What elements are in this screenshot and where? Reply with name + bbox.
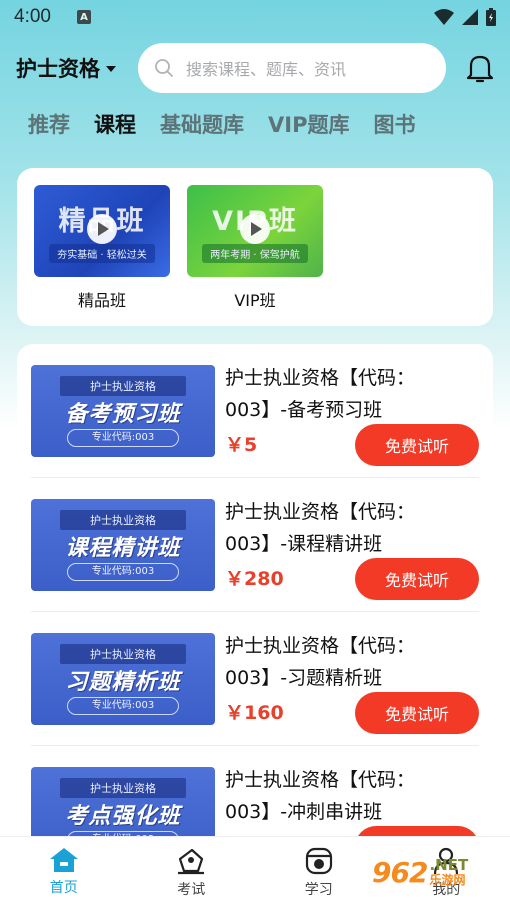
tab-courses[interactable]: 课程 — [88, 108, 142, 148]
course-banner: 护士执业资格 习题精析班 专业代码:003 — [31, 633, 215, 725]
course-name: 护士执业资格【代码：003】-冲刺串讲班 — [225, 769, 416, 823]
course-item[interactable]: 护士执业资格 课程精讲班 专业代码:003 护士执业资格【代码：003】-课程精… — [31, 478, 479, 612]
exam-selector-label: 护士资格 — [16, 57, 100, 81]
nav-label: 学习 — [304, 882, 333, 898]
notification-bell-button[interactable] — [466, 53, 494, 83]
course-type-label: 精品班 — [77, 291, 126, 310]
banner-top-label: 护士执业资格 — [60, 376, 186, 396]
course-price: ￥160 — [225, 702, 284, 724]
course-price: ￥5 — [225, 434, 258, 456]
course-name: 护士执业资格【代码：003】-习题精析班 — [225, 635, 416, 689]
course-list: 护士执业资格 备考预习班 专业代码:003 护士执业资格【代码：003】-备考预… — [17, 344, 493, 844]
status-bar: 4:00 A — [0, 0, 510, 34]
nav-home[interactable]: 首页 — [0, 837, 128, 906]
nav-label: 考试 — [177, 882, 206, 898]
tab-vip-question-bank[interactable]: VIP题库 — [268, 108, 349, 142]
free-trial-button[interactable]: 免费试听 — [355, 558, 479, 600]
thumbnail-subtitle: 两年考期 · 保驾护航 — [202, 244, 308, 263]
banner-title: 习题精析班 — [65, 670, 181, 695]
signal-icon — [462, 9, 478, 25]
thumbnail-subtitle: 夯实基础 · 轻松过关 — [49, 244, 155, 263]
tab-basic-question-bank[interactable]: 基础题库 — [160, 108, 244, 142]
nav-label: 首页 — [49, 880, 78, 896]
watermark-cn: 乐游网 — [429, 873, 466, 887]
exam-selector[interactable]: 护士资格 — [16, 53, 116, 83]
top-header: 护士资格 搜索课程、题库、资讯 — [0, 42, 510, 94]
category-tabs: 推荐 课程 基础题库 VIP题库 图书 — [28, 108, 415, 152]
search-input[interactable]: 搜索课程、题库、资讯 — [138, 43, 446, 93]
notification-icon: A — [76, 10, 91, 24]
course-price: ￥280 — [225, 568, 284, 590]
course-item[interactable]: 护士执业资格 备考预习班 专业代码:003 护士执业资格【代码：003】-备考预… — [31, 344, 479, 478]
play-icon — [87, 214, 117, 244]
play-icon — [240, 214, 270, 244]
battery-icon — [486, 8, 496, 26]
bell-icon — [466, 55, 494, 83]
banner-title: 考点强化班 — [65, 804, 181, 829]
banner-top-label: 护士执业资格 — [60, 644, 186, 664]
course-type-vip[interactable]: VIP班 两年考期 · 保驾护航 VIP班 — [187, 185, 323, 326]
course-item[interactable]: 护士执业资格 习题精析班 专业代码:003 护士执业资格【代码：003】-习题精… — [31, 612, 479, 746]
search-icon — [155, 59, 173, 77]
course-banner: 护士执业资格 考点强化班 专业代码:003 — [31, 767, 215, 844]
status-icons — [434, 8, 496, 26]
course-type-premium[interactable]: 精品班 夯实基础 · 轻松过关 精品班 — [34, 185, 170, 326]
banner-code: 专业代码:003 — [67, 697, 179, 715]
premium-class-thumbnail: 精品班 夯实基础 · 轻松过关 — [34, 185, 170, 277]
free-trial-button[interactable]: 免费试听 — [355, 692, 479, 734]
search-placeholder: 搜索课程、题库、资讯 — [186, 60, 347, 79]
banner-title: 课程精讲班 — [65, 536, 181, 561]
watermark-number: 962 — [372, 856, 428, 889]
home-icon — [49, 848, 78, 872]
site-watermark: 962 .NET 乐游网 — [372, 856, 468, 889]
course-type-label: VIP班 — [234, 291, 276, 310]
course-banner: 护士执业资格 课程精讲班 专业代码:003 — [31, 499, 215, 591]
wifi-icon — [434, 9, 454, 25]
course-type-card: 精品班 夯实基础 · 轻松过关 精品班 VIP班 两年考期 · 保驾护航 VIP… — [17, 168, 493, 326]
vip-class-thumbnail: VIP班 两年考期 · 保驾护航 — [187, 185, 323, 277]
banner-code: 专业代码:003 — [67, 429, 179, 447]
banner-top-label: 护士执业资格 — [60, 778, 186, 798]
tab-recommend[interactable]: 推荐 — [28, 108, 70, 142]
free-trial-button[interactable]: 免费试听 — [355, 424, 479, 466]
watermark-suffix: .NET — [429, 856, 469, 874]
tab-books[interactable]: 图书 — [373, 108, 415, 142]
camera-icon — [305, 847, 332, 875]
course-item[interactable]: 护士执业资格 考点强化班 专业代码:003 护士执业资格【代码：003】-冲刺串… — [31, 746, 479, 844]
course-name: 护士执业资格【代码：003】-课程精讲班 — [225, 501, 416, 555]
pen-icon — [178, 848, 205, 875]
course-banner: 护士执业资格 备考预习班 专业代码:003 — [31, 365, 215, 457]
banner-code: 专业代码:003 — [67, 563, 179, 581]
banner-top-label: 护士执业资格 — [60, 510, 186, 530]
status-time: 4:00 — [14, 6, 51, 27]
course-name: 护士执业资格【代码：003】-备考预习班 — [225, 367, 416, 421]
nav-study[interactable]: 学习 — [255, 837, 383, 906]
banner-title: 备考预习班 — [65, 402, 181, 427]
caret-down-icon — [106, 66, 116, 72]
nav-exam[interactable]: 考试 — [128, 837, 256, 906]
